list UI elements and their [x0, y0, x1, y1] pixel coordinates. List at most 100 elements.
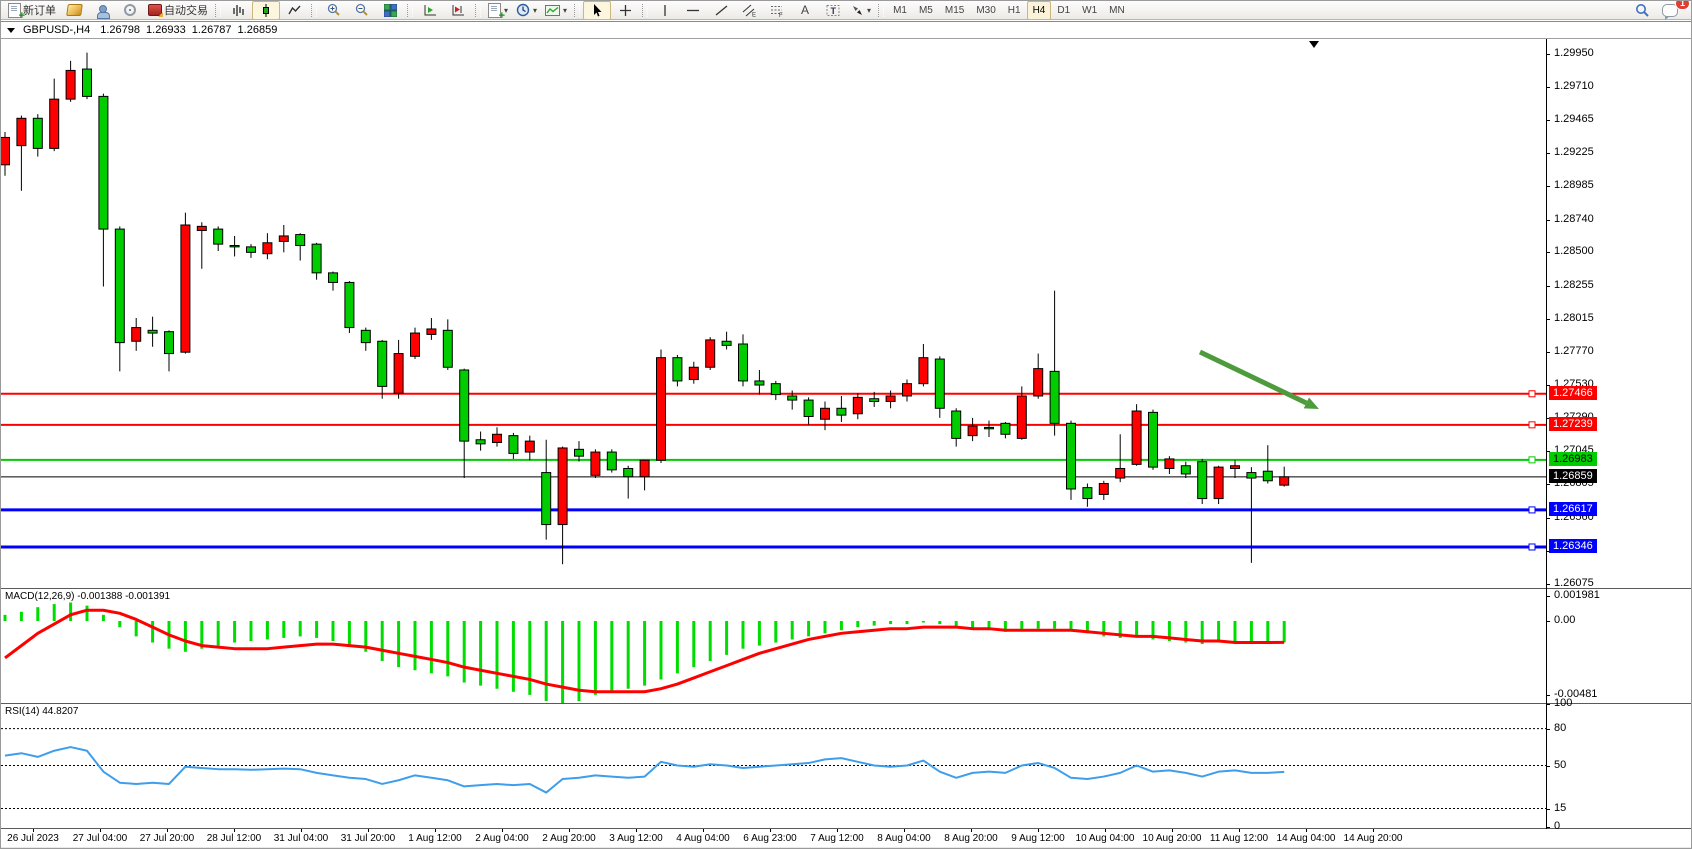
timeframe-m15[interactable]: M15	[939, 1, 970, 20]
vertical-line-tool-button[interactable]	[651, 1, 679, 20]
notifications-button[interactable]: 1	[1656, 1, 1684, 20]
candle-down	[460, 370, 469, 441]
equidistant-channel-tool-button[interactable]: E	[735, 1, 763, 20]
text-label-icon: T	[826, 4, 840, 17]
text-tool-icon: A	[801, 3, 809, 17]
profile-button[interactable]	[88, 1, 116, 20]
crosshair-tool-button[interactable]	[611, 1, 639, 20]
level-line-handle[interactable]	[1529, 422, 1535, 428]
chevron-down-icon: ▾	[867, 6, 871, 15]
timeframe-mn[interactable]: MN	[1103, 1, 1131, 20]
time-axis-label: 11 Aug 12:00	[1210, 833, 1268, 844]
level-line-handle[interactable]	[1529, 544, 1535, 550]
macd-axis-tick	[1546, 621, 1550, 622]
toolbar-grip	[311, 4, 317, 17]
auto-scroll-button[interactable]	[416, 1, 444, 20]
timeframe-h4[interactable]: H4	[1027, 1, 1052, 20]
price-axis-label: 1.29950	[1554, 47, 1594, 59]
candle-down	[476, 440, 485, 444]
candle-down	[148, 330, 157, 333]
rsi-chart-canvas[interactable]	[1, 704, 1546, 828]
chart-shift-button[interactable]	[444, 1, 472, 20]
candle-down	[230, 246, 239, 247]
timeframe-w1[interactable]: W1	[1076, 1, 1103, 20]
macd-chart-canvas[interactable]	[1, 589, 1546, 703]
time-axis-label: 10 Aug 20:00	[1143, 833, 1202, 844]
zoom-in-button[interactable]	[320, 1, 348, 20]
signals-button[interactable]	[116, 1, 144, 20]
candle-down	[165, 332, 174, 354]
zoom-out-button[interactable]	[348, 1, 376, 20]
candle-up	[66, 70, 75, 99]
time-axis-label: 31 Jul 04:00	[274, 833, 329, 844]
candle-up	[411, 333, 420, 356]
candle-up	[919, 358, 928, 384]
price-axis-tick	[1546, 120, 1550, 121]
profile-icon	[96, 4, 109, 17]
periods-button[interactable]: ▾	[512, 1, 541, 20]
timeframe-m30[interactable]: M30	[970, 1, 1001, 20]
candle-up	[1, 137, 10, 164]
zoom-in-icon	[327, 3, 341, 17]
quote-high: 1.26933	[146, 24, 186, 36]
new-template-button[interactable]: ▾	[484, 1, 512, 20]
time-axis-label: 6 Aug 23:00	[743, 833, 796, 844]
level-lines[interactable]	[1, 391, 1546, 550]
candle-up	[853, 397, 862, 413]
indicators-button[interactable]: ▾	[541, 1, 571, 20]
auto-trading-label: 自动交易	[164, 2, 208, 18]
text-label-tool-button[interactable]: T	[819, 1, 847, 20]
level-line-handle[interactable]	[1529, 507, 1535, 513]
main-chart-panel[interactable]	[1, 39, 1692, 588]
time-axis-label: 31 Jul 20:00	[341, 833, 396, 844]
fibonacci-tool-button[interactable]: F	[763, 1, 791, 20]
candle-down	[296, 235, 305, 246]
time-axis[interactable]: 26 Jul 202327 Jul 04:0027 Jul 20:0028 Ju…	[1, 829, 1692, 847]
level-line-handle[interactable]	[1529, 391, 1535, 397]
new-order-icon	[8, 3, 21, 18]
price-level-badge: 1.27466	[1549, 386, 1597, 400]
rsi-panel[interactable]: RSI(14) 44.8207	[1, 704, 1692, 828]
zoom-out-icon	[355, 3, 369, 17]
candle-down	[624, 468, 633, 476]
line-chart-mode-button[interactable]	[280, 1, 308, 20]
candle-up	[17, 118, 26, 145]
macd-axis-tick	[1546, 596, 1550, 597]
macd-panel[interactable]: MACD(12,26,9) -0.001388 -0.001391	[1, 589, 1692, 703]
candle-down	[378, 341, 387, 386]
bar-chart-mode-button[interactable]	[224, 1, 252, 20]
candle-up	[1280, 477, 1289, 485]
tile-windows-button[interactable]	[376, 1, 404, 20]
timeframe-m5[interactable]: M5	[913, 1, 939, 20]
collapse-triangle-icon[interactable]	[7, 28, 15, 33]
candle-down	[722, 341, 731, 345]
rsi-axis-tick	[1546, 729, 1550, 730]
horizontal-line-tool-button[interactable]	[679, 1, 707, 20]
text-tool-button[interactable]: A	[791, 1, 819, 20]
candlestick-chart-canvas[interactable]	[1, 39, 1546, 588]
arrow-tools-button[interactable]: ▾	[847, 1, 875, 20]
timeframe-d1[interactable]: D1	[1051, 1, 1076, 20]
time-axis-label: 27 Jul 04:00	[73, 833, 128, 844]
candle-chart-mode-button[interactable]	[252, 1, 280, 20]
level-line-handle[interactable]	[1529, 457, 1535, 463]
auto-trading-icon	[148, 4, 162, 16]
trendline-tool-button[interactable]	[707, 1, 735, 20]
candle-up	[886, 396, 895, 401]
search-button[interactable]	[1628, 1, 1656, 20]
time-axis-tick	[1105, 829, 1106, 832]
main-toolbar: 新订单 自动交易	[1, 1, 1692, 20]
price-axis-tick	[1546, 286, 1550, 287]
price-level-badge: 1.26859	[1549, 469, 1597, 483]
cursor-tool-button[interactable]	[583, 1, 611, 20]
timeframe-m1[interactable]: M1	[887, 1, 913, 20]
new-order-button[interactable]: 新订单	[4, 1, 60, 20]
timeframe-h1[interactable]: H1	[1002, 1, 1027, 20]
annotation-arrow[interactable]	[1200, 352, 1319, 409]
chart-shot-button[interactable]	[60, 1, 88, 20]
rsi-line	[5, 747, 1284, 793]
price-axis-tick	[1546, 352, 1550, 353]
auto-trading-button[interactable]: 自动交易	[144, 1, 212, 20]
chart-shift-marker[interactable]	[1309, 41, 1319, 48]
macd-axis-label: 0.00	[1554, 614, 1575, 626]
